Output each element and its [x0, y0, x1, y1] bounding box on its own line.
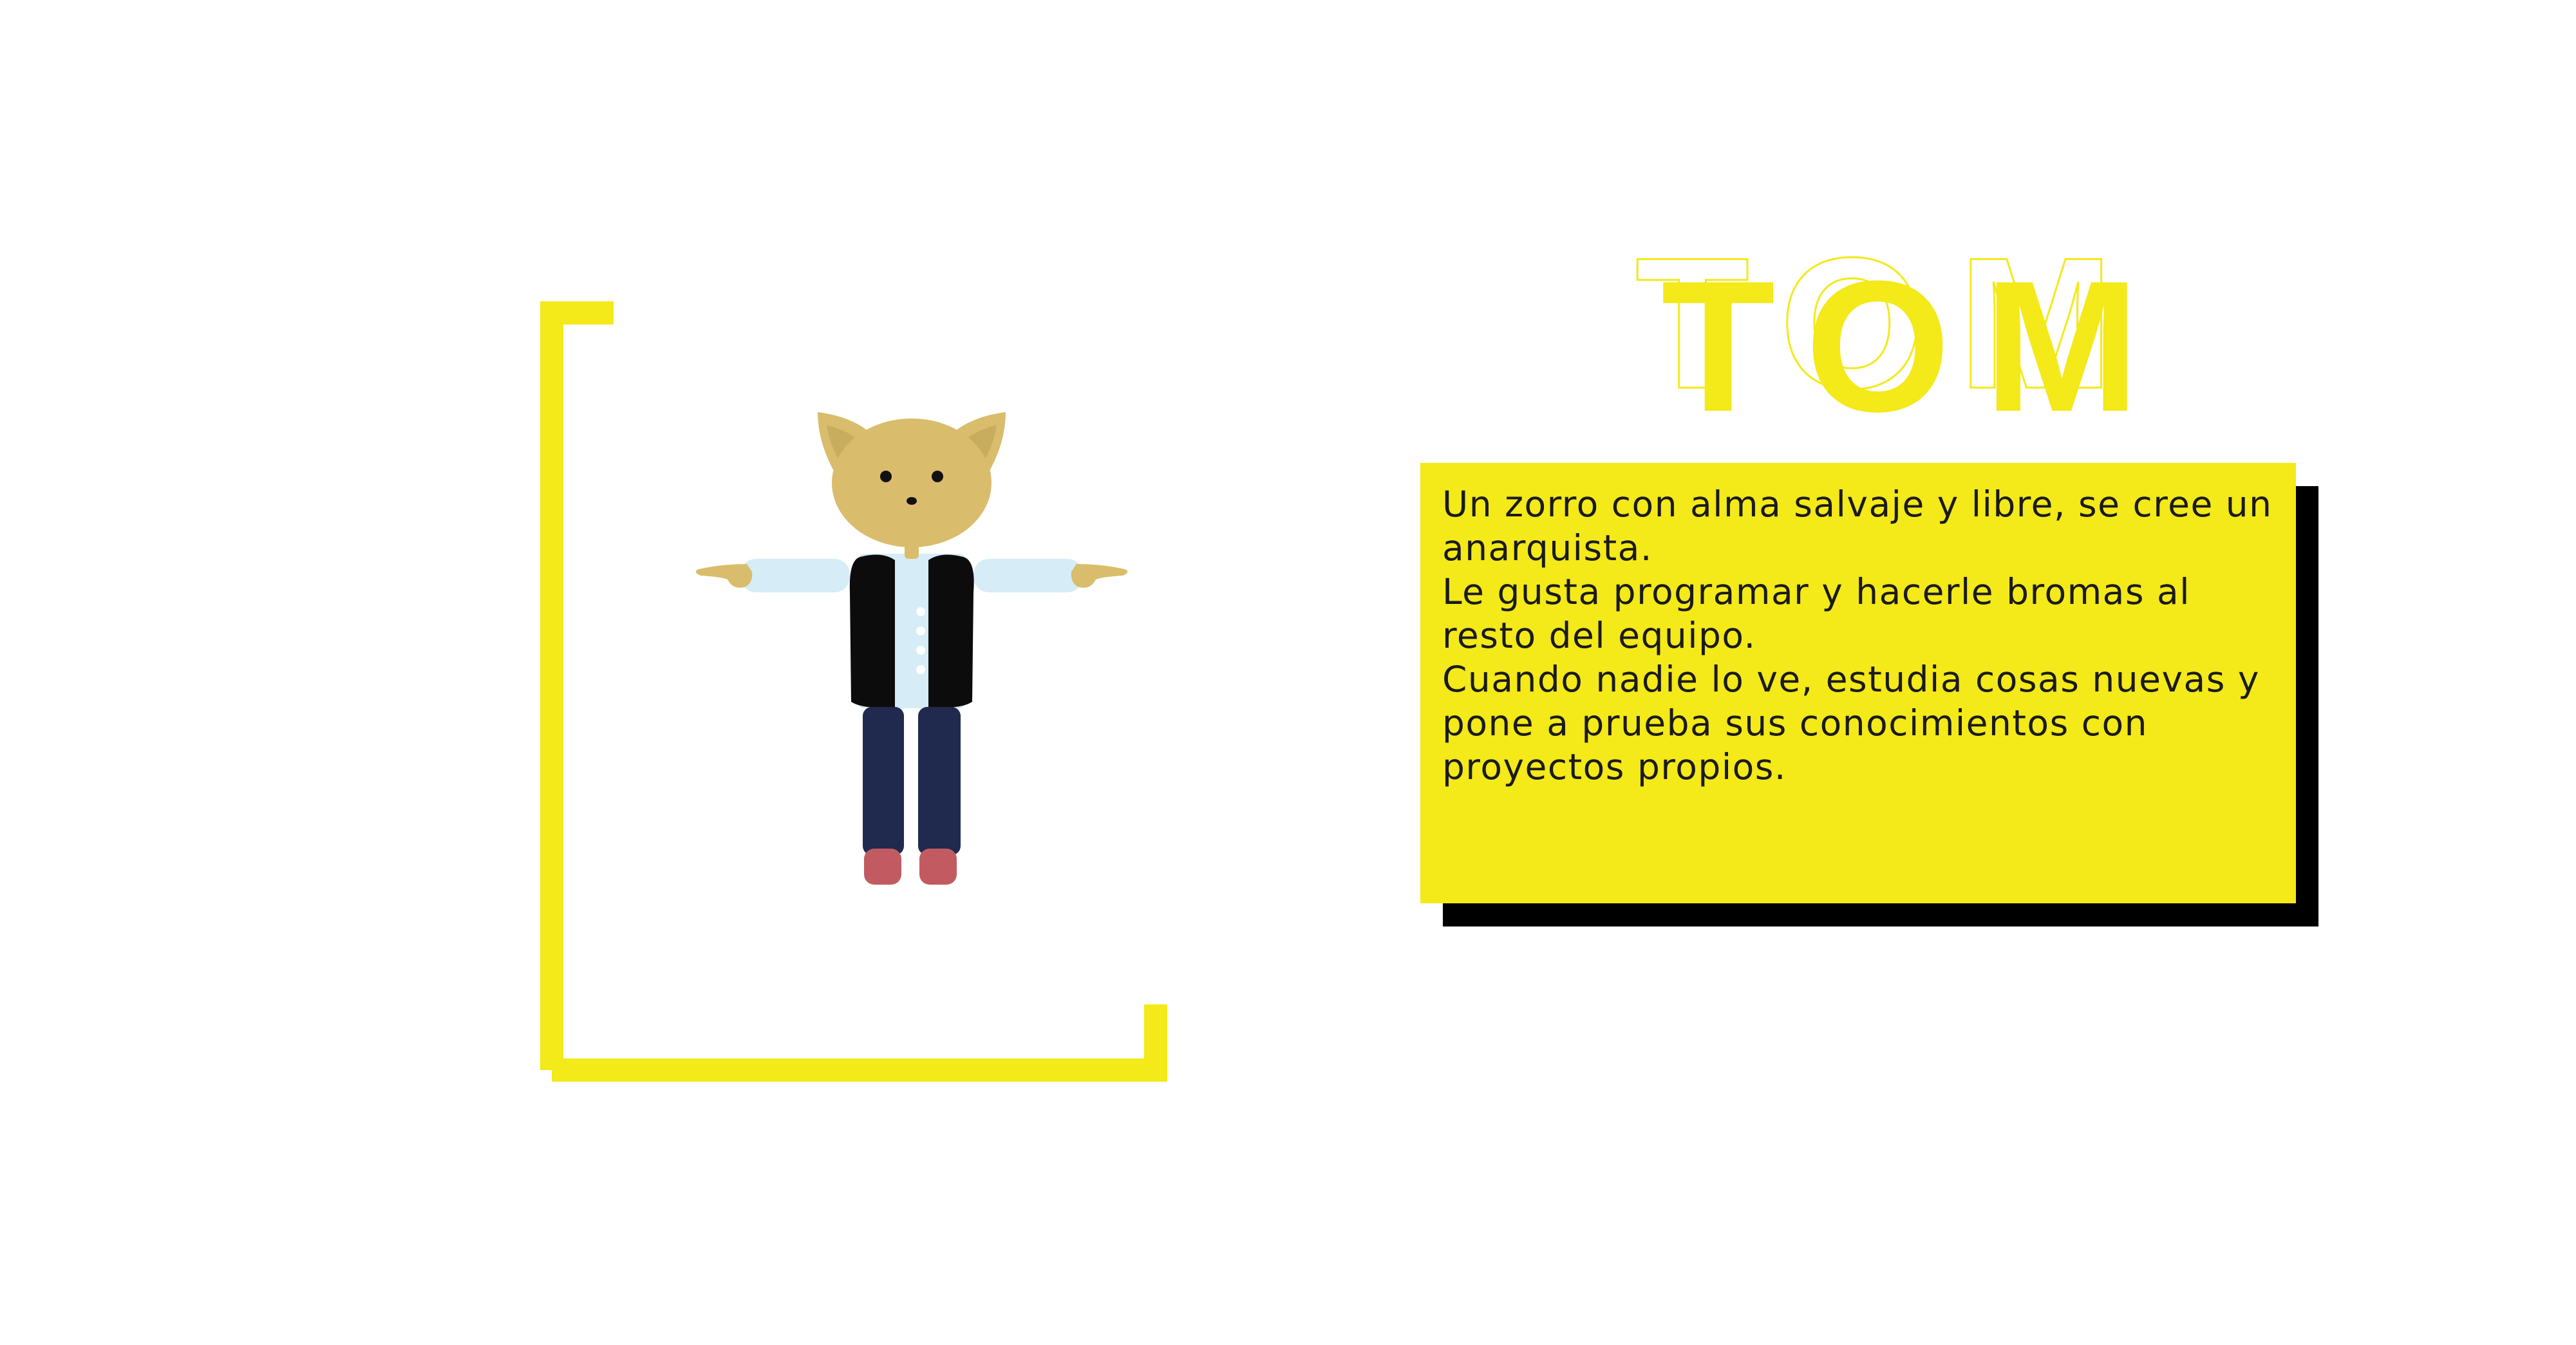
vest-button — [916, 607, 925, 616]
description-line: Cuando nadie lo ve, estudia cosas nuevas… — [1442, 659, 2260, 787]
frame-bracket-bottom-right — [552, 1004, 1167, 1082]
left-eye — [880, 471, 892, 482]
pants-left — [863, 707, 904, 855]
vest-left — [849, 554, 895, 708]
character-name: TOM — [1661, 242, 2173, 451]
vest-button — [916, 626, 925, 635]
nose — [907, 497, 917, 505]
shoe-left — [864, 849, 901, 885]
frame-bracket-top-left — [540, 301, 614, 1070]
description-line: Un zorro con alma salvaje y libre, se cr… — [1442, 484, 2273, 569]
shoe-right — [919, 849, 957, 885]
character-name-title: TOM TOM — [1635, 218, 2189, 451]
vest-button — [916, 665, 925, 674]
character-figure — [682, 399, 1146, 914]
right-sleeve — [973, 559, 1083, 592]
right-eye — [932, 471, 943, 482]
vest-button — [916, 646, 925, 655]
info-card: Un zorro con alma salvaje y libre, se cr… — [1420, 463, 2296, 903]
head — [832, 419, 992, 547]
left-sleeve — [740, 559, 850, 592]
vest-right — [928, 554, 974, 708]
right-hand — [1071, 564, 1128, 588]
description-line: Le gusta programar y hacerle bromas al r… — [1442, 571, 2190, 656]
fox-character-icon — [695, 412, 1128, 885]
character-description: Un zorro con alma salvaje y libre, se cr… — [1442, 482, 2274, 789]
pants-right — [918, 707, 961, 855]
left-hand — [695, 564, 753, 588]
